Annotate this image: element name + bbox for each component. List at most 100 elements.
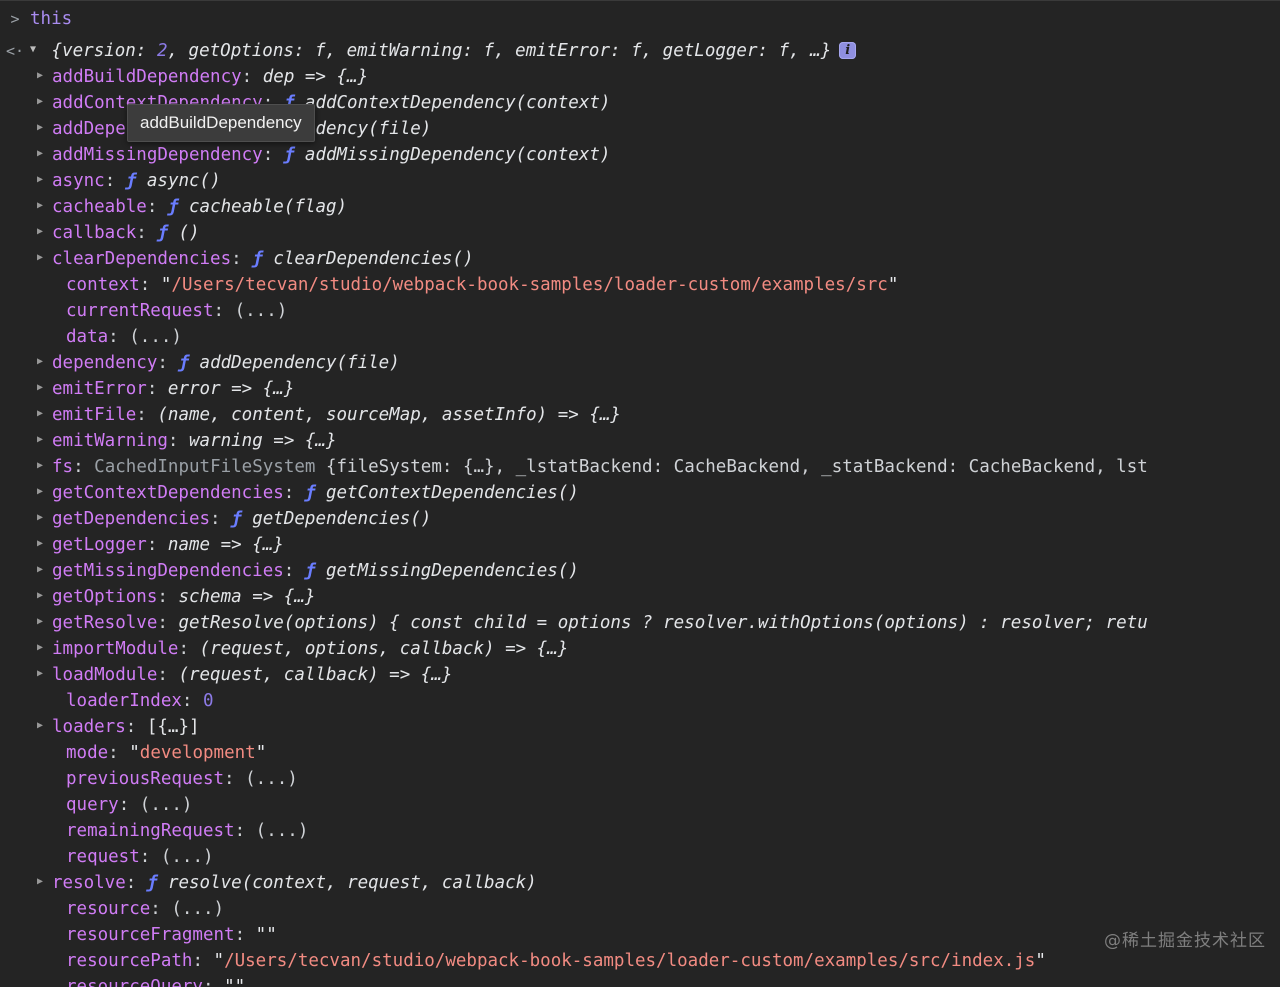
property-row[interactable]: ▶ addMissingDependency: ƒ addMissingDepen…: [0, 142, 1280, 168]
object-preview[interactable]: {version: 2, getOptions: f, emitWarning:…: [52, 41, 832, 61]
property-row[interactable]: resourceFragment: "": [0, 922, 1280, 948]
property-row[interactable]: ▶ cacheable: ƒ cacheable(flag): [0, 194, 1280, 220]
property-row[interactable]: ▶ getDependencies: ƒ getDependencies(): [0, 506, 1280, 532]
property-row[interactable]: remainingRequest: (...): [0, 818, 1280, 844]
property-name[interactable]: data: [66, 327, 108, 347]
expand-triangle-icon[interactable]: ▶: [37, 877, 48, 887]
expand-triangle-icon[interactable]: ▶: [37, 71, 48, 81]
property-name[interactable]: getDependencies: [52, 509, 210, 529]
property-row[interactable]: context: "/Users/tecvan/studio/webpack-b…: [0, 272, 1280, 298]
property-value[interactable]: (...): [161, 847, 214, 867]
property-row[interactable]: data: (...): [0, 324, 1280, 350]
expand-triangle-icon[interactable]: ▶: [37, 201, 48, 211]
expand-triangle-icon[interactable]: ▶: [37, 513, 48, 523]
property-row[interactable]: ▶ loadModule: (request, callback) => {…}: [0, 662, 1280, 688]
property-name[interactable]: loaders: [52, 717, 126, 737]
property-name[interactable]: getOptions: [52, 587, 157, 607]
property-row[interactable]: ▶ getResolve: getResolve(options) { const…: [0, 610, 1280, 636]
property-name[interactable]: emitWarning: [52, 431, 168, 451]
property-row[interactable]: ▶ clearDependencies: ƒ clearDependencies(…: [0, 246, 1280, 272]
property-name[interactable]: loadModule: [52, 665, 157, 685]
property-row[interactable]: ▶ emitError: error => {…}: [0, 376, 1280, 402]
console-result-row[interactable]: <· ▼ {version: 2, getOptions: f, emitWar…: [0, 36, 1280, 66]
info-badge-icon[interactable]: i: [839, 41, 857, 59]
property-row[interactable]: resourceQuery: "": [0, 974, 1280, 987]
property-name[interactable]: resolve: [52, 873, 126, 893]
property-row[interactable]: ▶ loaders: [{…}]: [0, 714, 1280, 740]
property-row[interactable]: previousRequest: (...): [0, 766, 1280, 792]
property-row[interactable]: query: (...): [0, 792, 1280, 818]
property-name[interactable]: resourceQuery: [66, 977, 203, 987]
property-row[interactable]: ▶ emitWarning: warning => {…}: [0, 428, 1280, 454]
property-name[interactable]: currentRequest: [66, 301, 214, 321]
property-name[interactable]: emitFile: [52, 405, 136, 425]
property-row[interactable]: ▶ dependency: ƒ addDependency(file): [0, 350, 1280, 376]
property-name[interactable]: addMissingDependency: [52, 145, 263, 165]
expand-triangle-icon[interactable]: ▶: [37, 643, 48, 653]
property-row[interactable]: request: (...): [0, 844, 1280, 870]
expand-triangle-icon[interactable]: ▶: [37, 617, 48, 627]
property-name[interactable]: emitError: [52, 379, 147, 399]
console-panel[interactable]: > this <· ▼ {version: 2, getOptions: f, …: [0, 0, 1280, 987]
property-value[interactable]: (...): [235, 301, 288, 321]
property-row[interactable]: ▶ fs: CachedInputFileSystem {fileSystem: …: [0, 454, 1280, 480]
expand-triangle-icon[interactable]: ▶: [37, 565, 48, 575]
property-name[interactable]: mode: [66, 743, 108, 763]
expand-triangle-icon[interactable]: ▶: [37, 591, 48, 601]
property-row[interactable]: ▶ importModule: (request, options, callba…: [0, 636, 1280, 662]
property-name[interactable]: callback: [52, 223, 136, 243]
property-row[interactable]: ▶ getLogger: name => {…}: [0, 532, 1280, 558]
expand-triangle-icon[interactable]: ▶: [37, 149, 48, 159]
expand-collapse-triangle-icon[interactable]: ▼: [30, 45, 41, 55]
property-value[interactable]: (...): [129, 327, 182, 347]
property-name[interactable]: importModule: [52, 639, 178, 659]
property-value[interactable]: (...): [171, 899, 224, 919]
property-name[interactable]: remainingRequest: [66, 821, 235, 841]
property-row[interactable]: resource: (...): [0, 896, 1280, 922]
expand-triangle-icon[interactable]: ▶: [37, 539, 48, 549]
property-row[interactable]: ▶ async: ƒ async(): [0, 168, 1280, 194]
property-name[interactable]: resourceFragment: [66, 925, 235, 945]
property-name[interactable]: query: [66, 795, 119, 815]
property-name[interactable]: clearDependencies: [52, 249, 231, 269]
property-name[interactable]: resourcePath: [66, 951, 192, 971]
property-row[interactable]: ▶ getOptions: schema => {…}: [0, 584, 1280, 610]
property-name[interactable]: previousRequest: [66, 769, 224, 789]
expand-triangle-icon[interactable]: ▶: [37, 227, 48, 237]
property-name[interactable]: addBuildDependency: [52, 67, 242, 87]
property-name[interactable]: getResolve: [52, 613, 157, 633]
property-row[interactable]: mode: "development": [0, 740, 1280, 766]
property-name[interactable]: context: [66, 275, 140, 295]
expand-triangle-icon[interactable]: ▶: [37, 409, 48, 419]
property-value[interactable]: (...): [140, 795, 193, 815]
property-name[interactable]: request: [66, 847, 140, 867]
expand-triangle-icon[interactable]: ▶: [37, 669, 48, 679]
console-command-row[interactable]: > this: [0, 2, 1280, 36]
property-name[interactable]: fs: [52, 457, 73, 477]
property-name[interactable]: getLogger: [52, 535, 147, 555]
property-row[interactable]: ▶ getContextDependencies: ƒ getContextDep…: [0, 480, 1280, 506]
property-name[interactable]: cacheable: [52, 197, 147, 217]
property-name[interactable]: getMissingDependencies: [52, 561, 284, 581]
console-command-text[interactable]: this: [30, 9, 72, 29]
property-row[interactable]: ▶ getMissingDependencies: ƒ getMissingDep…: [0, 558, 1280, 584]
property-name[interactable]: async: [52, 171, 105, 191]
expand-triangle-icon[interactable]: ▶: [37, 435, 48, 445]
expand-triangle-icon[interactable]: ▶: [37, 253, 48, 263]
property-row[interactable]: resourcePath: "/Users/tecvan/studio/webp…: [0, 948, 1280, 974]
property-name[interactable]: resource: [66, 899, 150, 919]
expand-triangle-icon[interactable]: ▶: [37, 487, 48, 497]
expand-triangle-icon[interactable]: ▶: [37, 383, 48, 393]
property-row[interactable]: ▶ emitFile: (name, content, sourceMap, as…: [0, 402, 1280, 428]
property-value[interactable]: (...): [256, 821, 309, 841]
property-row[interactable]: currentRequest: (...): [0, 298, 1280, 324]
property-name[interactable]: loaderIndex: [66, 691, 182, 711]
property-name[interactable]: getContextDependencies: [52, 483, 284, 503]
expand-triangle-icon[interactable]: ▶: [37, 175, 48, 185]
expand-triangle-icon[interactable]: ▶: [37, 123, 48, 133]
property-row[interactable]: ▶ addBuildDependency: dep => {…}: [0, 64, 1280, 90]
property-name[interactable]: dependency: [52, 353, 157, 373]
expand-triangle-icon[interactable]: ▶: [37, 357, 48, 367]
expand-triangle-icon[interactable]: ▶: [37, 97, 48, 107]
property-row[interactable]: loaderIndex: 0: [0, 688, 1280, 714]
